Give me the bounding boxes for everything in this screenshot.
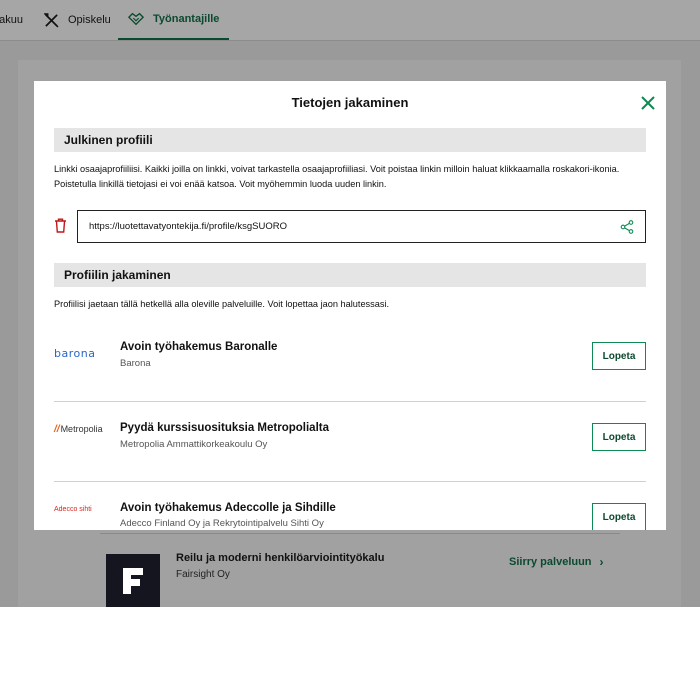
service-organization: Adecco Finland Oy ja Rekrytointipalvelu …	[120, 518, 324, 529]
profile-sharing-description: Profiilisi jaetaan tällä hetkellä alla o…	[54, 299, 390, 309]
public-profile-heading: Julkinen profiili	[54, 128, 646, 152]
service-title: Avoin työhakemus Baronalle	[120, 341, 278, 353]
nav-item-study[interactable]: Opiskelu	[44, 0, 111, 40]
service-title: Pyydä kurssisuosituksia Metropolialta	[120, 422, 329, 434]
chevron-right-icon: ›	[599, 555, 604, 569]
trash-icon[interactable]	[54, 218, 67, 233]
fairsight-logo	[106, 554, 160, 607]
nav-item-employers[interactable]: Työnantajille	[118, 0, 230, 40]
background-service-title: Reilu ja moderni henkilöarviointityökalu	[176, 552, 385, 564]
fairsight-logo-mark	[123, 568, 143, 594]
stop-sharing-button[interactable]: Lopeta	[592, 503, 646, 530]
shared-service-item: //Metropolia Pyydä kurssisuosituksia Met…	[54, 401, 646, 481]
go-to-service-link[interactable]: Siirry palveluun ›	[509, 555, 604, 569]
service-organization: Barona	[120, 358, 151, 369]
stop-sharing-button[interactable]: Lopeta	[592, 423, 646, 451]
background-service-row: Reilu ja moderni henkilöarviointityökalu…	[100, 533, 620, 607]
top-navigation: hakuu Opiskelu Työnantajille	[0, 0, 700, 41]
service-title: Avoin työhakemus Adeccolle ja Sihdille	[120, 502, 336, 514]
shared-service-item: Adecco sihti Avoin työhakemus Adeccolle …	[54, 481, 646, 530]
profile-link-field[interactable]	[77, 210, 646, 243]
handshake-icon	[128, 12, 144, 26]
share-data-modal: Tietojen jakaminen Julkinen profiili Lin…	[34, 81, 666, 530]
nav-item-label: Opiskelu	[68, 14, 111, 26]
metropolia-logo-text: Metropolia	[60, 424, 103, 434]
modal-title: Tietojen jakaminen	[291, 95, 409, 110]
metropolia-logo-mark: //	[54, 423, 60, 435]
barona-logo: barona	[54, 346, 96, 360]
go-to-service-label: Siirry palveluun	[509, 556, 592, 568]
shared-service-item: barona Avoin työhakemus Baronalle Barona…	[54, 321, 646, 401]
close-icon[interactable]	[640, 95, 656, 111]
profile-sharing-heading: Profiilin jakaminen	[54, 263, 646, 287]
nav-item-label: hakuu	[0, 14, 23, 26]
stop-sharing-button[interactable]: Lopeta	[592, 342, 646, 370]
share-icon[interactable]	[620, 220, 634, 234]
profile-link-input[interactable]	[89, 221, 589, 232]
public-profile-description: Linkki osaajaprofiiliisi. Kaikki joilla …	[54, 164, 620, 189]
nav-item-search[interactable]: hakuu	[0, 0, 23, 40]
background-service-org: Fairsight Oy	[176, 569, 230, 580]
nav-item-label: Työnantajille	[153, 13, 220, 25]
adecco-sihti-logo: Adecco sihti	[54, 505, 92, 513]
tools-icon	[44, 12, 59, 28]
service-organization: Metropolia Ammattikorkeakoulu Oy	[120, 439, 268, 450]
metropolia-logo: //Metropolia	[54, 422, 103, 436]
